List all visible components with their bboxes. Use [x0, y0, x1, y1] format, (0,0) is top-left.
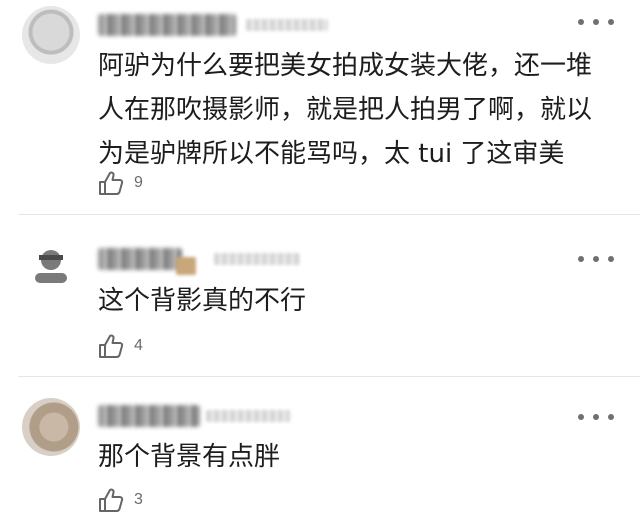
like-button[interactable]: 9 — [98, 170, 143, 196]
avatar[interactable] — [22, 236, 80, 294]
more-options-button[interactable] — [578, 253, 614, 265]
comment-text: 那个背景有点胖 — [98, 442, 281, 472]
comment-item: 这个背影真的不行 4 — [0, 215, 640, 376]
avatar[interactable] — [22, 398, 80, 456]
more-dot — [608, 19, 614, 25]
more-dot — [578, 19, 584, 25]
comment-text: 阿驴为什么要把美女拍成女装大佬，还一堆 人在那吹摄影师，就是把人拍男了啊，就以 … — [98, 51, 593, 169]
like-count: 3 — [134, 491, 143, 508]
more-dot — [608, 256, 614, 262]
timestamp-blurred — [214, 253, 300, 265]
more-dot — [608, 414, 614, 420]
comment-item: 阿驴为什么要把美女拍成女装大佬，还一堆 人在那吹摄影师，就是把人拍男了啊，就以 … — [0, 0, 640, 214]
comment-item: 那个背景有点胖 3 — [0, 377, 640, 524]
like-count: 4 — [134, 337, 143, 354]
thumbs-up-icon — [99, 334, 124, 358]
thumbs-up-icon — [99, 171, 124, 195]
comment-list: 阿驴为什么要把美女拍成女装大佬，还一堆 人在那吹摄影师，就是把人拍男了啊，就以 … — [0, 0, 640, 524]
username-blurred[interactable] — [98, 248, 182, 270]
avatar[interactable] — [22, 6, 80, 64]
more-dot — [593, 414, 599, 420]
more-dot — [578, 256, 584, 262]
user-avatar-icon — [23, 237, 79, 293]
more-dot — [578, 414, 584, 420]
more-dot — [593, 256, 599, 262]
username-blurred[interactable] — [98, 405, 200, 427]
timestamp-blurred — [246, 19, 328, 31]
thumbs-up-icon — [99, 488, 124, 512]
timestamp-blurred — [206, 410, 290, 422]
more-options-button[interactable] — [578, 411, 614, 423]
like-button[interactable]: 4 — [98, 333, 143, 359]
like-button[interactable]: 3 — [98, 487, 143, 513]
like-count: 9 — [134, 174, 143, 191]
emoji-blurred — [176, 257, 196, 275]
more-options-button[interactable] — [578, 16, 614, 28]
more-dot — [593, 19, 599, 25]
comment-text: 这个背影真的不行 — [98, 286, 307, 316]
username-blurred[interactable] — [98, 14, 236, 36]
